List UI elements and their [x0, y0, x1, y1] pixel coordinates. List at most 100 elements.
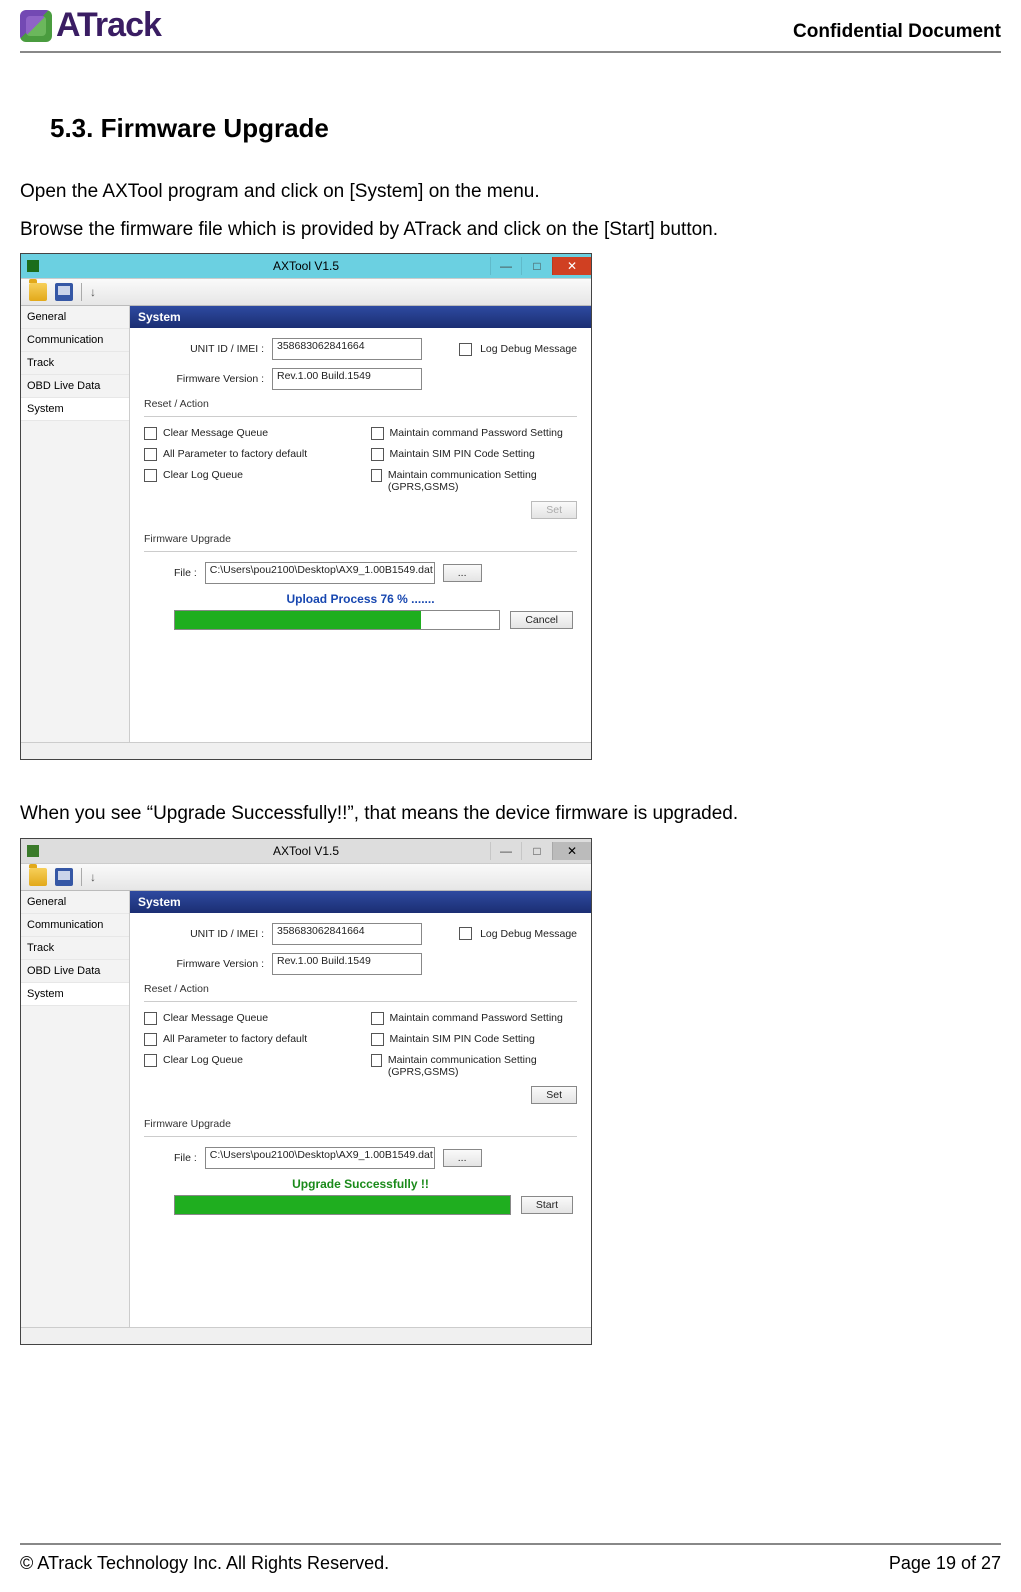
all-param-label: All Parameter to factory default: [163, 1033, 307, 1045]
sidebar-item-track[interactable]: Track: [21, 937, 129, 960]
toolbar: ↓: [21, 278, 591, 306]
sidebar-item-system[interactable]: System: [21, 398, 129, 421]
maintain-pw-label: Maintain command Password Setting: [390, 427, 563, 439]
log-debug-checkbox[interactable]: [459, 343, 472, 356]
all-param-label: All Parameter to factory default: [163, 448, 307, 460]
file-label: File :: [174, 567, 197, 579]
close-button[interactable]: ✕: [552, 257, 591, 275]
progress-bar: [174, 1195, 511, 1215]
sidebar-item-system[interactable]: System: [21, 983, 129, 1006]
paragraph-2: Browse the firmware file which is provid…: [20, 216, 1001, 244]
sidebar-item-obd[interactable]: OBD Live Data: [21, 960, 129, 983]
sidebar-item-general[interactable]: General: [21, 891, 129, 914]
progress-fill: [175, 1196, 510, 1214]
clear-log-checkbox[interactable]: [144, 1054, 157, 1067]
group-separator-2: [144, 551, 577, 552]
maintain-sim-label: Maintain SIM PIN Code Setting: [390, 448, 535, 460]
sidebar-item-track[interactable]: Track: [21, 352, 129, 375]
paragraph-1: Open the AXTool program and click on [Sy…: [20, 178, 1001, 206]
maximize-button[interactable]: □: [521, 842, 552, 860]
all-param-checkbox[interactable]: [144, 1033, 157, 1046]
log-debug-label: Log Debug Message: [480, 343, 577, 355]
unit-id-label: UNIT ID / IMEI :: [144, 928, 264, 940]
toolbar-divider: [81, 283, 82, 301]
maintain-sim-checkbox[interactable]: [371, 448, 384, 461]
clear-msg-checkbox[interactable]: [144, 1012, 157, 1025]
window-title: AXTool V1.5: [273, 844, 339, 858]
clear-log-label: Clear Log Queue: [163, 1054, 243, 1066]
minimize-button[interactable]: —: [490, 257, 521, 275]
download-icon[interactable]: ↓: [90, 870, 102, 884]
confidential-label: Confidential Document: [793, 21, 1001, 45]
titlebar: AXTool V1.5 — □ ✕: [21, 839, 591, 863]
logo: ATrack: [20, 6, 161, 45]
sidebar-item-communication[interactable]: Communication: [21, 329, 129, 352]
app-icon: [27, 260, 39, 272]
sidebar-item-general[interactable]: General: [21, 306, 129, 329]
footer-copyright: © ATrack Technology Inc. All Rights Rese…: [20, 1553, 389, 1574]
fw-upgrade-group-title: Firmware Upgrade: [144, 533, 577, 545]
panel-title: System: [130, 306, 591, 328]
progress-fill: [175, 611, 421, 629]
open-icon[interactable]: [29, 283, 47, 301]
fw-version-label: Firmware Version :: [144, 373, 264, 385]
set-button[interactable]: Set: [531, 501, 577, 519]
maintain-sim-checkbox[interactable]: [371, 1033, 384, 1046]
logo-text: ATrack: [56, 6, 161, 45]
screenshot-uploading: AXTool V1.5 — □ ✕ ↓ General Communicatio…: [20, 253, 592, 760]
log-debug-label: Log Debug Message: [480, 928, 577, 940]
statusbar: [21, 1327, 591, 1344]
minimize-button[interactable]: —: [490, 842, 521, 860]
file-path-field[interactable]: C:\Users\pou2100\Desktop\AX9_1.00B1549.d…: [205, 1147, 435, 1169]
maintain-sim-label: Maintain SIM PIN Code Setting: [390, 1033, 535, 1045]
fw-version-label: Firmware Version :: [144, 958, 264, 970]
app-icon: [27, 845, 39, 857]
cancel-button[interactable]: Cancel: [510, 611, 573, 629]
group-separator: [144, 1001, 577, 1002]
footer-separator: [20, 1543, 1001, 1545]
progress-bar: [174, 610, 500, 630]
sidebar-item-obd[interactable]: OBD Live Data: [21, 375, 129, 398]
maintain-comm-label: Maintain communication Setting (GPRS,GSM…: [388, 469, 577, 493]
close-button[interactable]: ✕: [552, 842, 591, 860]
header-separator: [20, 51, 1001, 53]
window-title: AXTool V1.5: [273, 259, 339, 273]
reset-group-title: Reset / Action: [144, 398, 577, 410]
save-icon[interactable]: [55, 868, 73, 886]
sidebar: General Communication Track OBD Live Dat…: [21, 891, 130, 1327]
upload-status-text: Upgrade Successfully !!: [144, 1177, 577, 1191]
maintain-comm-checkbox[interactable]: [371, 469, 382, 482]
set-button[interactable]: Set: [531, 1086, 577, 1104]
maintain-comm-checkbox[interactable]: [371, 1054, 382, 1067]
clear-msg-label: Clear Message Queue: [163, 1012, 268, 1024]
fw-version-field[interactable]: Rev.1.00 Build.1549: [272, 953, 422, 975]
clear-log-checkbox[interactable]: [144, 469, 157, 482]
start-button[interactable]: Start: [521, 1196, 573, 1214]
maximize-button[interactable]: □: [521, 257, 552, 275]
unit-id-field[interactable]: 358683062841664: [272, 338, 422, 360]
section-title: 5.3. Firmware Upgrade: [50, 113, 1001, 144]
download-icon[interactable]: ↓: [90, 285, 102, 299]
all-param-checkbox[interactable]: [144, 448, 157, 461]
toolbar: ↓: [21, 863, 591, 891]
browse-button[interactable]: ...: [443, 1149, 482, 1167]
clear-msg-checkbox[interactable]: [144, 427, 157, 440]
statusbar: [21, 742, 591, 759]
log-debug-checkbox[interactable]: [459, 927, 472, 940]
file-label: File :: [174, 1152, 197, 1164]
sidebar: General Communication Track OBD Live Dat…: [21, 306, 130, 742]
file-path-field[interactable]: C:\Users\pou2100\Desktop\AX9_1.00B1549.d…: [205, 562, 435, 584]
maintain-pw-checkbox[interactable]: [371, 427, 384, 440]
screenshot-success: AXTool V1.5 — □ ✕ ↓ General Communicatio…: [20, 838, 592, 1345]
maintain-pw-checkbox[interactable]: [371, 1012, 384, 1025]
paragraph-3: When you see “Upgrade Successfully!!”, t…: [20, 800, 1001, 828]
titlebar: AXTool V1.5 — □ ✕: [21, 254, 591, 278]
unit-id-field[interactable]: 358683062841664: [272, 923, 422, 945]
sidebar-item-communication[interactable]: Communication: [21, 914, 129, 937]
save-icon[interactable]: [55, 283, 73, 301]
fw-version-field[interactable]: Rev.1.00 Build.1549: [272, 368, 422, 390]
open-icon[interactable]: [29, 868, 47, 886]
browse-button[interactable]: ...: [443, 564, 482, 582]
maintain-pw-label: Maintain command Password Setting: [390, 1012, 563, 1024]
group-separator-2: [144, 1136, 577, 1137]
